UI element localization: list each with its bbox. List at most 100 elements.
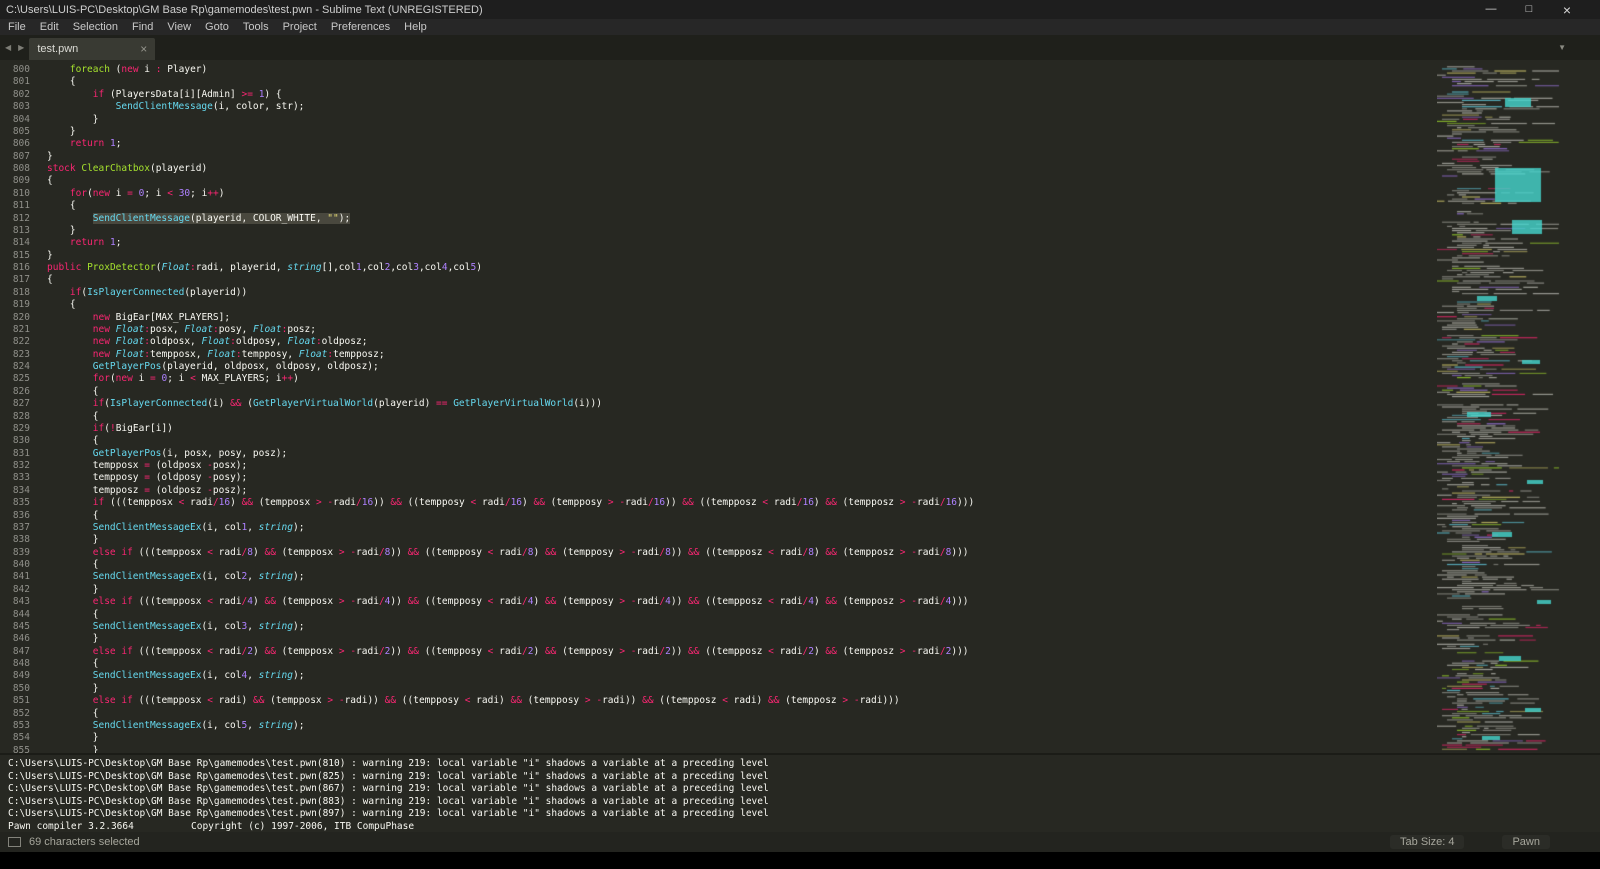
line-number[interactable]: 802 [0, 89, 30, 101]
line-number[interactable]: 805 [0, 126, 30, 138]
line-number[interactable]: 822 [0, 336, 30, 348]
code-line-853[interactable]: 853 SendClientMessageEx(i, col5, string)… [0, 720, 1437, 732]
line-number[interactable]: 806 [0, 138, 30, 150]
code-line-837[interactable]: 837 SendClientMessageEx(i, col1, string)… [0, 522, 1437, 534]
code-line-815[interactable]: 815} [0, 250, 1437, 262]
code-line-807[interactable]: 807} [0, 151, 1437, 163]
line-number[interactable]: 852 [0, 708, 30, 720]
line-number[interactable]: 832 [0, 460, 30, 472]
code-line-826[interactable]: 826 { [0, 386, 1437, 398]
code-line-843[interactable]: 843 else if (((tempposx < radi/4) && (te… [0, 596, 1437, 608]
line-number[interactable]: 830 [0, 435, 30, 447]
code-line-812[interactable]: 812 SendClientMessage(playerid, COLOR_WH… [0, 212, 1437, 225]
line-number[interactable]: 845 [0, 621, 30, 633]
menu-item-tools[interactable]: Tools [236, 19, 276, 35]
code-line-847[interactable]: 847 else if (((tempposx < radi/2) && (te… [0, 646, 1437, 658]
code-line-846[interactable]: 846 } [0, 633, 1437, 645]
code-line-832[interactable]: 832 tempposx = (oldposx -posx); [0, 460, 1437, 472]
line-number[interactable]: 849 [0, 670, 30, 682]
line-number[interactable]: 813 [0, 225, 30, 237]
line-number[interactable]: 818 [0, 287, 30, 299]
syntax-mode-indicator[interactable]: Pawn [1502, 835, 1550, 849]
code-line-839[interactable]: 839 else if (((tempposx < radi/8) && (te… [0, 547, 1437, 559]
code-line-809[interactable]: 809 { [0, 175, 1437, 187]
code-line-820[interactable]: 820 new BigEar[MAX_PLAYERS]; [0, 312, 1437, 324]
panel-toggle-icon[interactable] [8, 837, 21, 847]
code-line-805[interactable]: 805 } [0, 126, 1437, 138]
code-line-819[interactable]: 819 { [0, 299, 1437, 311]
tab-scroll-right-icon[interactable]: ▶ [18, 43, 24, 52]
line-number[interactable]: 816 [0, 262, 30, 274]
line-number[interactable]: 833 [0, 472, 30, 484]
code-line-848[interactable]: 848 { [0, 658, 1437, 670]
menu-item-preferences[interactable]: Preferences [324, 19, 397, 35]
code-line-845[interactable]: 845 SendClientMessageEx(i, col3, string)… [0, 621, 1437, 633]
code-line-835[interactable]: 835 if (((tempposx < radi/16) && (temppo… [0, 497, 1437, 509]
build-output-panel[interactable]: C:\Users\LUIS-PC\Desktop\GM Base Rp\game… [0, 753, 1600, 832]
code-line-824[interactable]: 824 GetPlayerPos(playerid, oldposx, oldp… [0, 361, 1437, 373]
line-number[interactable]: 820 [0, 312, 30, 324]
code-line-822[interactable]: 822 new Float:oldposx, Float:oldposy, Fl… [0, 336, 1437, 348]
line-number[interactable]: 840 [0, 559, 30, 571]
menu-item-edit[interactable]: Edit [33, 19, 66, 35]
line-number[interactable]: 826 [0, 386, 30, 398]
line-number[interactable]: 809 [0, 175, 30, 187]
code-line-841[interactable]: 841 SendClientMessageEx(i, col2, string)… [0, 571, 1437, 583]
tab-scroll-left-icon[interactable]: ◀ [5, 43, 11, 52]
menu-item-find[interactable]: Find [125, 19, 160, 35]
line-number[interactable]: 828 [0, 411, 30, 423]
code-line-810[interactable]: 810 for(new i = 0; i < 30; i++) [0, 188, 1437, 200]
code-line-844[interactable]: 844 { [0, 609, 1437, 621]
line-number[interactable]: 827 [0, 398, 30, 410]
menu-item-file[interactable]: File [1, 19, 33, 35]
tab-test-pwn[interactable]: test.pwn × [29, 38, 156, 60]
line-number[interactable]: 831 [0, 448, 30, 460]
line-number[interactable]: 839 [0, 547, 30, 559]
code-line-851[interactable]: 851 else if (((tempposx < radi) && (temp… [0, 695, 1437, 707]
line-number[interactable]: 851 [0, 695, 30, 707]
tab-overflow-icon[interactable]: ▼ [1558, 43, 1566, 52]
code-area[interactable]: 800 foreach (new i : Player) 801 {802 if … [0, 60, 1437, 753]
line-number[interactable]: 834 [0, 485, 30, 497]
line-number[interactable]: 838 [0, 534, 30, 546]
code-line-849[interactable]: 849 SendClientMessageEx(i, col4, string)… [0, 670, 1437, 682]
code-line-836[interactable]: 836 { [0, 510, 1437, 522]
menu-item-view[interactable]: View [160, 19, 198, 35]
line-number[interactable]: 823 [0, 349, 30, 361]
line-number[interactable]: 814 [0, 237, 30, 249]
code-line-817[interactable]: 817 { [0, 274, 1437, 286]
code-line-854[interactable]: 854 } [0, 732, 1437, 744]
code-line-850[interactable]: 850 } [0, 683, 1437, 695]
line-number[interactable]: 811 [0, 200, 30, 212]
code-line-801[interactable]: 801 { [0, 76, 1437, 88]
code-line-825[interactable]: 825 for(new i = 0; i < MAX_PLAYERS; i++) [0, 373, 1437, 385]
line-number[interactable]: 821 [0, 324, 30, 336]
close-icon[interactable]: × [1548, 0, 1586, 19]
line-number[interactable]: 850 [0, 683, 30, 695]
minimize-icon[interactable]: — [1472, 0, 1510, 19]
code-line-804[interactable]: 804 } [0, 114, 1437, 126]
code-line-827[interactable]: 827 if(IsPlayerConnected(i) && (GetPlaye… [0, 398, 1437, 410]
code-line-806[interactable]: 806 return 1; [0, 138, 1437, 150]
line-number[interactable]: 803 [0, 101, 30, 113]
line-number[interactable]: 808 [0, 163, 30, 175]
line-number[interactable]: 837 [0, 522, 30, 534]
line-number[interactable]: 835 [0, 497, 30, 509]
code-line-803[interactable]: 803 SendClientMessage(i, color, str); [0, 101, 1437, 113]
menu-item-selection[interactable]: Selection [66, 19, 125, 35]
line-number[interactable]: 812 [0, 213, 30, 225]
line-number[interactable]: 800 [0, 64, 30, 76]
code-line-808[interactable]: 808 stock ClearChatbox(playerid) [0, 163, 1437, 175]
line-number[interactable]: 854 [0, 732, 30, 744]
code-line-852[interactable]: 852 { [0, 708, 1437, 720]
line-number[interactable]: 855 [0, 745, 30, 753]
code-line-838[interactable]: 838 } [0, 534, 1437, 546]
line-number[interactable]: 844 [0, 609, 30, 621]
code-line-833[interactable]: 833 tempposy = (oldposy -posy); [0, 472, 1437, 484]
code-line-814[interactable]: 814 return 1; [0, 237, 1437, 249]
line-number[interactable]: 841 [0, 571, 30, 583]
code-line-831[interactable]: 831 GetPlayerPos(i, posx, posy, posz); [0, 448, 1437, 460]
line-number[interactable]: 801 [0, 76, 30, 88]
line-number[interactable]: 843 [0, 596, 30, 608]
code-line-834[interactable]: 834 tempposz = (oldposz -posz); [0, 485, 1437, 497]
